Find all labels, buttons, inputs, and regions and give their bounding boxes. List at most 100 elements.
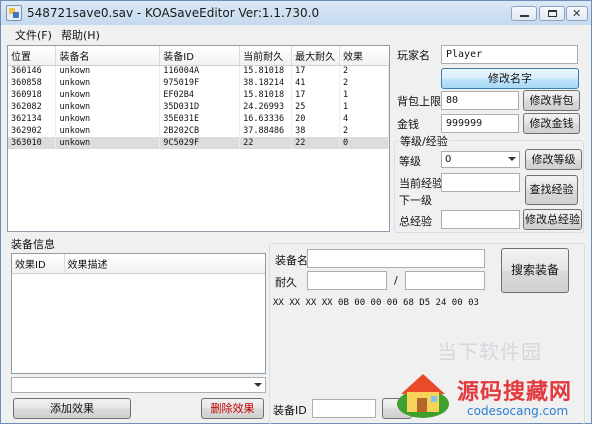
bag-limit-field[interactable]: 80 [441, 91, 519, 110]
cell: 0 [339, 137, 389, 149]
player-name-field[interactable]: Player [441, 45, 578, 64]
watermark-domain: codesocang.com [467, 404, 569, 418]
effect-list[interactable]: 效果ID 效果描述 [11, 253, 266, 374]
durability-separator: / [394, 274, 398, 287]
menu-file[interactable]: 文件(F) [15, 27, 52, 43]
search-equip-button[interactable]: 搜索装备 [501, 248, 569, 293]
current-exp-label: 当前经验 [399, 177, 443, 190]
modify-total-exp-button[interactable]: 修改总经验 [523, 209, 582, 230]
cell: unkown [55, 101, 161, 113]
cell: unkown [55, 89, 161, 101]
cell: 360858 [8, 77, 57, 89]
equip-name-field[interactable] [307, 249, 485, 268]
table-row[interactable]: 360858 unkown 975019F 38.18214 41 2 [8, 77, 389, 89]
cell: EF02B4 [159, 89, 241, 101]
delete-effect-button[interactable]: 删除效果 [201, 398, 264, 419]
max-durability-field[interactable] [405, 271, 485, 290]
col-name[interactable]: 装备名 [55, 46, 161, 66]
minimize-icon [520, 15, 529, 17]
close-icon: ✕ [572, 7, 582, 20]
equip-id-field[interactable] [312, 399, 376, 418]
cell: 15.81018 [239, 89, 293, 101]
cell: 35E031E [159, 113, 241, 125]
col-effect-desc[interactable]: 效果描述 [64, 254, 265, 274]
cell: 4 [339, 113, 389, 125]
durability-label: 耐久 [275, 276, 297, 289]
cell: 1 [339, 101, 389, 113]
cell: 17 [291, 65, 341, 77]
col-current-durability[interactable]: 当前耐久 [239, 46, 293, 66]
maximize-button[interactable] [539, 6, 565, 21]
add-effect-button[interactable]: 添加效果 [13, 398, 131, 419]
cell: 360146 [8, 65, 57, 77]
money-field[interactable]: 999999 [441, 114, 519, 133]
table-row[interactable]: 362082 unkown 35D031D 24.26993 25 1 [8, 101, 389, 113]
modify-bag-button[interactable]: 修改背包 [523, 90, 580, 111]
cell: unkown [55, 125, 161, 137]
minimize-button[interactable] [511, 6, 537, 21]
menu-help[interactable]: 帮助(H) [61, 27, 100, 43]
cell: unkown [55, 65, 161, 77]
equipment-list[interactable]: 位置 装备名 装备ID 当前耐久 最大耐久 效果 360146 unkown 116… [7, 45, 390, 232]
cell: 38.18214 [239, 77, 293, 89]
close-button[interactable]: ✕ [566, 6, 588, 21]
find-exp-button[interactable]: 查找经验 [525, 175, 578, 205]
app-icon [6, 5, 22, 21]
cell: 360918 [8, 89, 57, 101]
house-logo-icon [397, 374, 449, 418]
watermark-title: 源码搜藏网 [457, 380, 573, 405]
table-row[interactable]: 360146 unkown 116004A 15.81018 17 2 [8, 65, 389, 77]
level-label: 等级 [399, 155, 421, 168]
cell: 2 [339, 125, 389, 137]
cell: 20 [291, 113, 341, 125]
bag-limit-label: 背包上限 [397, 95, 441, 108]
cell: 38 [291, 125, 341, 137]
cell: 116004A [159, 65, 241, 77]
rename-button[interactable]: 修改名字 [441, 68, 579, 89]
cell: 16.63336 [239, 113, 293, 125]
cell: 2B202CB [159, 125, 241, 137]
cell: 363010 [8, 137, 57, 149]
table-row[interactable]: 360918 unkown EF02B4 15.81018 17 1 [8, 89, 389, 101]
cell: 35D031D [159, 101, 241, 113]
cell: 17 [291, 89, 341, 101]
level-select[interactable]: 0 [441, 151, 520, 168]
col-id[interactable]: 装备ID [159, 46, 241, 66]
level-select-value: 0 [445, 154, 452, 165]
cell: 22 [291, 137, 341, 149]
cell: 41 [291, 77, 341, 89]
cell: 362134 [8, 113, 57, 125]
maximize-icon [548, 10, 557, 17]
title-bar[interactable]: 548721save0.sav - KOASaveEditor Ver:1.1.… [1, 1, 591, 25]
table-header: 位置 装备名 装备ID 当前耐久 最大耐久 效果 [8, 46, 389, 66]
equip-name-label: 装备名 [275, 254, 308, 267]
table-row-selected[interactable]: 363010 unkown 9C5029F 22 22 0 [8, 137, 389, 149]
col-effect-id[interactable]: 效果ID [12, 254, 65, 274]
cell: 22 [239, 137, 293, 149]
effect-select[interactable] [11, 377, 266, 393]
col-max-durability[interactable]: 最大耐久 [291, 46, 341, 66]
next-level-label: 下一级 [399, 194, 432, 207]
equip-info-title: 装备信息 [11, 238, 55, 251]
player-name-label: 玩家名 [397, 49, 430, 62]
cell: 2 [339, 77, 389, 89]
table-row[interactable]: 362134 unkown 35E031E 16.63336 20 4 [8, 113, 389, 125]
effect-table: 效果ID 效果描述 [12, 254, 265, 274]
table-row[interactable]: 362902 unkown 2B202CB 37.88486 38 2 [8, 125, 389, 137]
chevron-down-icon [254, 383, 262, 387]
cell: 1 [339, 89, 389, 101]
cell: 9C5029F [159, 137, 241, 149]
cell: 975019F [159, 77, 241, 89]
current-durability-field[interactable] [307, 271, 387, 290]
modify-level-button[interactable]: 修改等级 [525, 149, 582, 170]
col-position[interactable]: 位置 [8, 46, 57, 66]
table-header: 效果ID 效果描述 [12, 254, 265, 274]
modify-money-button[interactable]: 修改金钱 [523, 113, 580, 134]
total-exp-field[interactable] [441, 210, 520, 229]
watermark: 当下软件园 源码搜藏网 codesocang.com [387, 334, 592, 424]
cell: 24.26993 [239, 101, 293, 113]
col-effect[interactable]: 效果 [339, 46, 389, 66]
equipment-table: 位置 装备名 装备ID 当前耐久 最大耐久 效果 360146 unkown 116… [8, 46, 389, 149]
current-exp-field[interactable] [441, 173, 520, 192]
app-window: 548721save0.sav - KOASaveEditor Ver:1.1.… [0, 0, 592, 424]
